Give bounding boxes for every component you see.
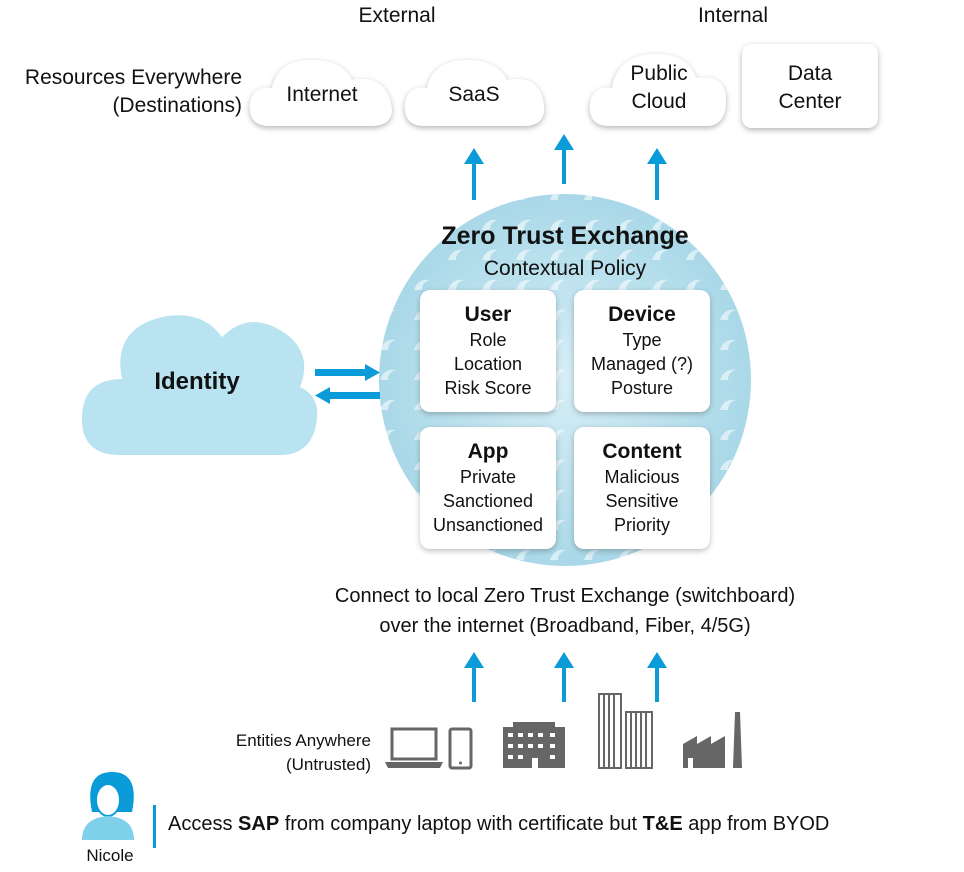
zero-trust-diagram: External Internal Resources Everywhere (…: [0, 0, 964, 872]
internet-label: Internet: [286, 83, 358, 106]
box-item: Role: [469, 330, 507, 350]
arrow-up-icon: [464, 652, 484, 702]
data-center-label: Data Center: [778, 60, 841, 116]
exchange-subtitle: Contextual Policy: [483, 257, 647, 280]
data-center-line1: Data: [787, 62, 833, 85]
box-item: Location: [453, 354, 523, 374]
nicole-avatar: [82, 772, 134, 840]
box-title: App: [467, 440, 509, 463]
arrow-up-icon: [647, 652, 667, 702]
box-item: Priority: [613, 515, 670, 535]
arrow-up-icon: [647, 148, 667, 200]
policy-box-user: User Role Location Risk Score: [420, 290, 556, 412]
factory-icon: [683, 712, 742, 768]
quote-divider: [153, 805, 156, 848]
scenario-part: Access: [168, 813, 239, 835]
scenario-text: Access SAP from company laptop with cert…: [168, 813, 829, 836]
entities-label: Entities Anywhere (Untrusted): [236, 729, 371, 777]
box-title: User: [464, 303, 512, 326]
arrow-left-icon: [315, 387, 380, 404]
box-item: Sanctioned: [442, 491, 534, 511]
policy-box-app: App Private Sanctioned Unsanctioned: [420, 427, 556, 549]
public-cloud-line2: Cloud: [631, 90, 687, 113]
user-name: Nicole: [86, 846, 134, 865]
skyscraper-icon: [598, 693, 653, 769]
saas-label: SaaS: [448, 83, 500, 106]
box-item: Unsanctioned: [432, 515, 544, 535]
office-building-icon: [503, 722, 565, 768]
box-item: Managed (?): [590, 354, 694, 374]
phone-icon: [448, 727, 473, 770]
arrow-up-icon: [464, 148, 484, 200]
box-item: Type: [622, 330, 662, 350]
entity-icons: [385, 693, 742, 770]
policy-box-content: Content Malicious Sensitive Priority: [574, 427, 710, 549]
connect-text: Connect to local Zero Trust Exchange (sw…: [335, 581, 795, 641]
box-item: Sensitive: [605, 491, 679, 511]
entities-line2: (Untrusted): [285, 755, 371, 774]
box-title: Device: [608, 303, 676, 326]
box-item: Private: [459, 467, 517, 487]
public-cloud-label: Public Cloud: [630, 60, 687, 116]
public-cloud-line1: Public: [630, 62, 688, 85]
arrow-up-icon: [554, 652, 574, 702]
connect-line2: over the internet (Broadband, Fiber, 4/5…: [379, 615, 751, 637]
scenario-app-te: T&E: [642, 813, 683, 835]
exchange-title: Zero Trust Exchange: [441, 222, 689, 250]
data-center-line2: Center: [778, 90, 842, 113]
arrow-up-icon: [554, 134, 574, 184]
connect-line1: Connect to local Zero Trust Exchange (sw…: [334, 585, 796, 607]
arrow-right-icon: [315, 364, 380, 381]
box-item: Malicious: [604, 467, 680, 487]
scenario-app-sap: SAP: [238, 813, 280, 835]
identity-label: Identity: [154, 368, 240, 395]
policy-box-device: Device Type Managed (?) Posture: [574, 290, 710, 412]
box-item: Posture: [610, 378, 674, 398]
laptop-icon: [385, 727, 443, 768]
box-item: Risk Score: [444, 378, 532, 398]
identity-exchange-arrows: [315, 364, 380, 404]
box-title: Content: [602, 440, 682, 463]
scenario-part: app from BYOD: [682, 813, 830, 835]
scenario-part: from company laptop with certificate but: [279, 813, 643, 835]
entities-line1: Entities Anywhere: [235, 731, 371, 750]
